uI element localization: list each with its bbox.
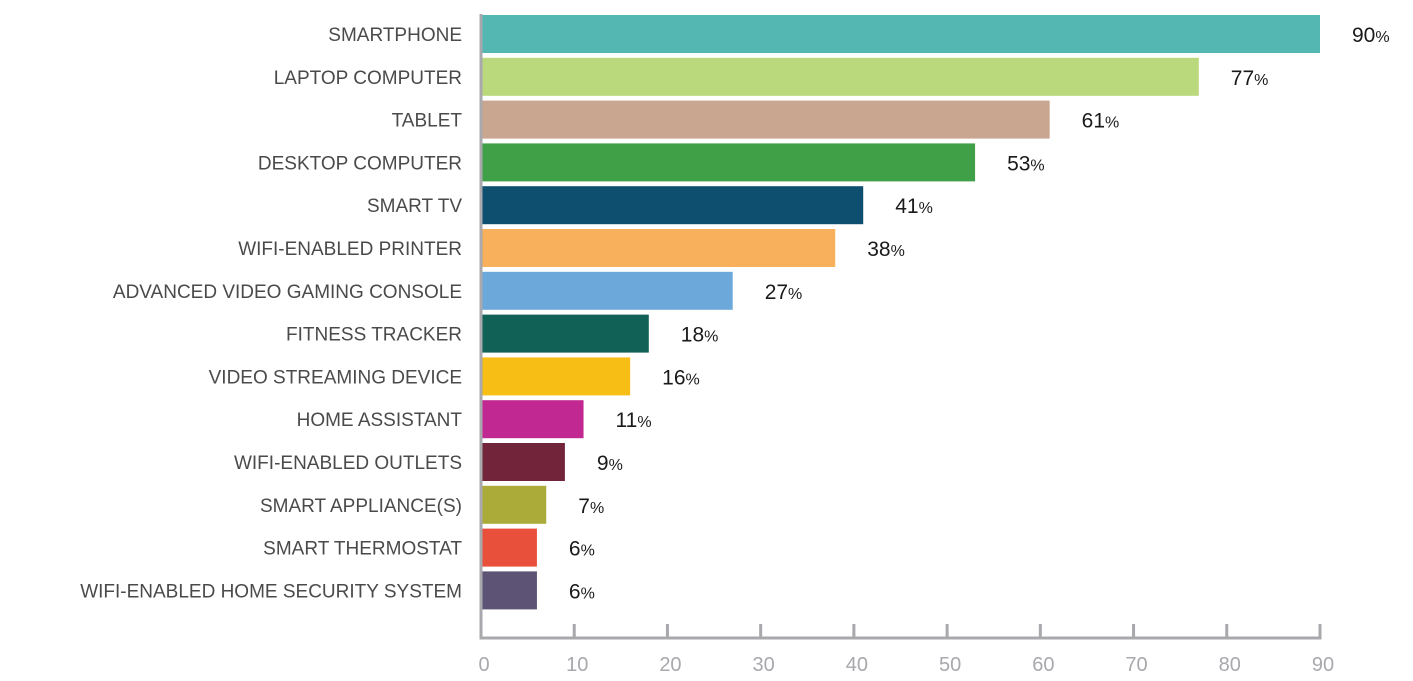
category-label: LAPTOP COMPUTER — [274, 68, 462, 89]
category-label: TABLET — [392, 111, 463, 132]
bar — [481, 229, 836, 267]
value-label: 6% — [569, 538, 595, 561]
category-label: VIDEO STREAMING DEVICE — [209, 367, 462, 388]
x-tick-label: 60 — [1032, 654, 1054, 676]
value-label: 9% — [597, 452, 623, 475]
bar — [481, 400, 584, 439]
value-label: 61% — [1082, 110, 1120, 133]
category-label: SMART THERMOSTAT — [263, 539, 462, 560]
bar — [481, 528, 537, 567]
category-label: SMART TV — [367, 196, 462, 217]
bar-chart: SMARTPHONE LAPTOP COMPUTER TABLET DESKTOP C… — [80, 14, 1390, 676]
x-tick-label: 90 — [1312, 654, 1334, 676]
x-tick-label: 30 — [753, 654, 775, 676]
bar — [481, 271, 733, 310]
bars-group — [481, 15, 1320, 610]
bar — [481, 186, 864, 225]
value-label: 18% — [681, 324, 719, 347]
bar — [481, 443, 565, 481]
value-label: 16% — [662, 366, 700, 389]
x-tick-label: 40 — [846, 654, 868, 676]
category-label: WIFI-ENABLED HOME SECURITY SYSTEM — [80, 581, 462, 602]
category-label: HOME ASSISTANT — [297, 410, 463, 431]
x-tick-label: 80 — [1219, 654, 1241, 676]
value-label: 53% — [1007, 152, 1045, 175]
bar — [481, 571, 537, 610]
value-label: 11% — [616, 409, 652, 432]
category-label: DESKTOP COMPUTER — [258, 153, 462, 174]
category-label: WIFI-ENABLED PRINTER — [238, 239, 462, 260]
value-label: 6% — [569, 580, 595, 603]
bar — [481, 485, 547, 524]
bar — [481, 100, 1050, 139]
category-label: SMARTPHONE — [328, 25, 462, 46]
category-label: ADVANCED VIDEO GAMING CONSOLE — [113, 282, 462, 303]
value-label: 41% — [895, 195, 933, 218]
value-label: 7% — [578, 495, 604, 518]
category-label: WIFI-ENABLED OUTLETS — [234, 453, 462, 474]
value-label: 90% — [1352, 24, 1390, 47]
bar — [481, 314, 649, 353]
x-tick-label: 0 — [478, 654, 489, 676]
value-label: 77% — [1231, 67, 1269, 90]
bar — [481, 143, 976, 182]
x-tick-label: 10 — [566, 654, 588, 676]
value-label: 38% — [867, 238, 905, 261]
x-tick-label: 20 — [659, 654, 681, 676]
bar — [481, 57, 1199, 96]
x-tick-label: 50 — [939, 654, 961, 676]
bar — [481, 15, 1320, 53]
category-label: SMART APPLIANCE(S) — [260, 496, 462, 517]
category-label: FITNESS TRACKER — [286, 325, 462, 346]
x-tick-label: 70 — [1125, 654, 1147, 676]
bar — [481, 357, 631, 396]
category-labels: SMARTPHONE LAPTOP COMPUTER TABLET DESKTOP C… — [80, 25, 462, 602]
value-label: 27% — [765, 281, 803, 304]
